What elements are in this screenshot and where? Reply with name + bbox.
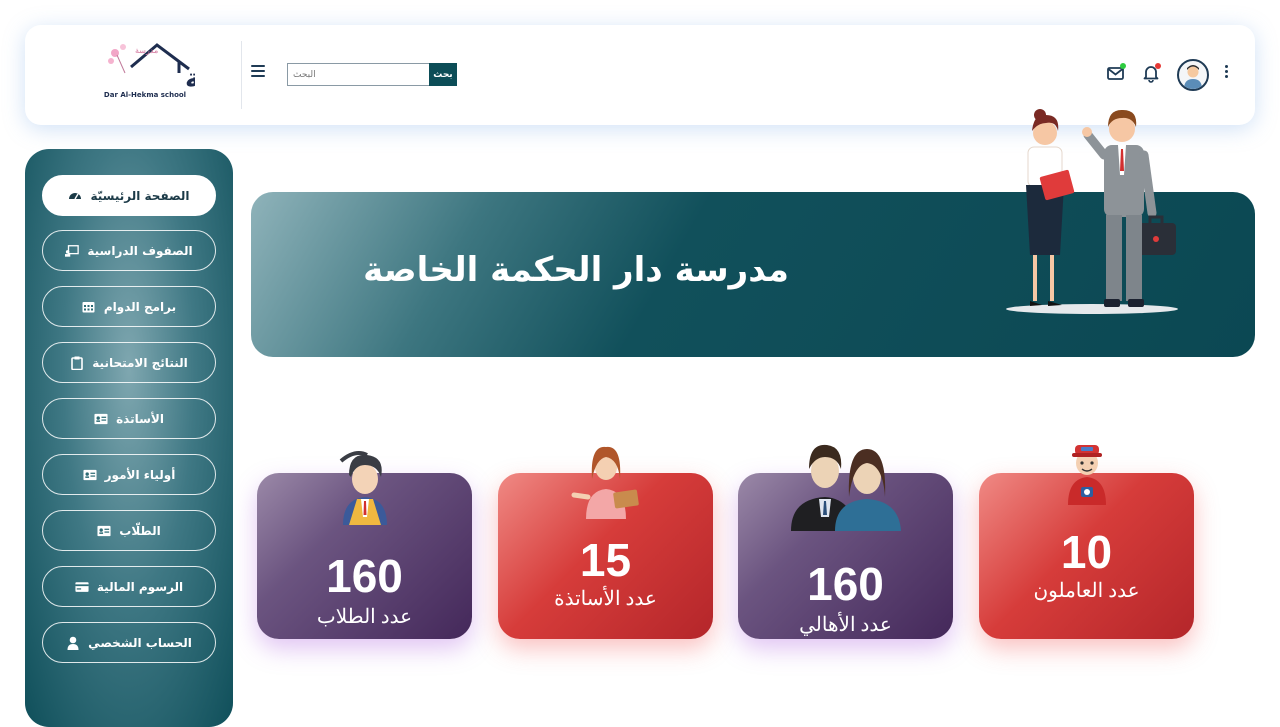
sidebar-item-label: أولياء الأمور (104, 467, 176, 482)
sidebar-item-label: الأساتذة (116, 411, 164, 426)
bell-icon[interactable] (1141, 63, 1161, 83)
svg-text:دارالحكمة: دارالحكمة (185, 64, 195, 94)
sidebar-item-label: الحساب الشخصي (88, 635, 192, 650)
sidebar: الصفحة الرئيسيّة الصفوف الدراسية برامج ا… (25, 149, 233, 727)
sidebar-item-fees[interactable]: الرسوم المالية (42, 566, 216, 607)
search-button[interactable]: بحث (429, 63, 457, 86)
sidebar-item-label: الصفوف الدراسية (87, 243, 193, 258)
stat-card-parents[interactable]: 160 عدد الأهالي (738, 444, 953, 639)
worker-icon (1062, 435, 1112, 511)
stat-card-teachers[interactable]: 15 عدد الأساتذة (498, 446, 713, 639)
search-input[interactable] (287, 63, 431, 86)
menu-toggle-icon[interactable] (251, 65, 265, 79)
student-graduate-icon (335, 447, 395, 531)
stat-label: عدد الطلاب (316, 606, 413, 628)
stat-value: 160 (326, 550, 403, 602)
parents-icon (787, 437, 905, 537)
sidebar-item-home[interactable]: الصفحة الرئيسيّة (42, 175, 216, 216)
sidebar-item-profile[interactable]: الحساب الشخصي (42, 622, 216, 663)
user-icon (66, 636, 80, 650)
sidebar-item-schedules[interactable]: برامج الدوام (42, 286, 216, 327)
money-card-icon (75, 580, 89, 594)
id-card-icon (97, 524, 111, 538)
bell-status-dot (1155, 63, 1161, 69)
sidebar-item-exam-results[interactable]: النتائج الامتحانية (42, 342, 216, 383)
sidebar-item-parents[interactable]: أولياء الأمور (42, 454, 216, 495)
sidebar-item-classes[interactable]: الصفوف الدراسية (42, 230, 216, 271)
stat-value: 160 (807, 558, 884, 610)
stat-label: عدد الأهالي (799, 614, 892, 636)
classroom-icon (65, 244, 80, 258)
id-card-icon (94, 412, 108, 426)
sidebar-item-label: الطلّاب (119, 523, 161, 538)
id-card-icon (83, 468, 97, 482)
stat-label: عدد العاملون (1033, 580, 1140, 602)
svg-text:مدرسة: مدرسة (135, 46, 158, 55)
teacher-icon (568, 439, 644, 523)
mail-icon[interactable] (1106, 63, 1126, 83)
stat-value: 15 (579, 534, 632, 586)
stat-label: عدد الأساتذة (554, 588, 657, 610)
header-divider (241, 41, 242, 109)
clipboard-icon (70, 356, 84, 370)
sidebar-item-label: الرسوم المالية (96, 579, 184, 594)
mail-status-dot (1120, 63, 1126, 69)
stat-value: 10 (1060, 526, 1113, 578)
sidebar-item-label: النتائج الامتحانية (92, 355, 188, 370)
sidebar-item-teachers[interactable]: الأساتذة (42, 398, 216, 439)
stat-card-students[interactable]: 160 عدد الطلاب (257, 451, 472, 639)
more-options-icon[interactable] (1223, 65, 1229, 81)
sidebar-item-label: الصفحة الرئيسيّة (90, 188, 190, 203)
school-title: مدرسة دار الحكمة الخاصة (363, 250, 789, 290)
stat-card-workers[interactable]: 10 عدد العاملون (979, 445, 1194, 639)
school-logo[interactable]: مدرسة دارالحكمة Dar Al-Hekma school (95, 39, 308, 103)
sidebar-item-label: برامج الدوام (103, 299, 177, 314)
user-avatar[interactable] (1177, 59, 1209, 91)
calendar-icon (82, 300, 96, 314)
logo-caption: Dar Al-Hekma school (103, 91, 187, 99)
teachers-illustration (1000, 105, 1200, 320)
sidebar-item-students[interactable]: الطلّاب (42, 510, 216, 551)
dashboard-icon (68, 189, 82, 203)
